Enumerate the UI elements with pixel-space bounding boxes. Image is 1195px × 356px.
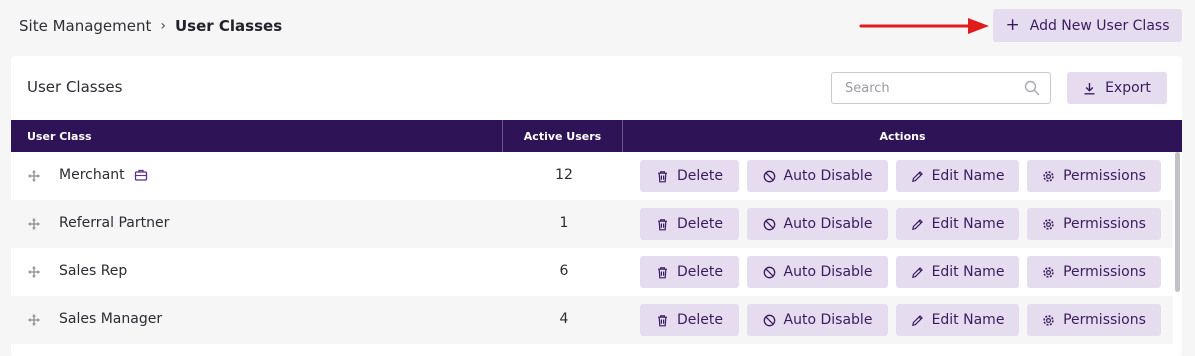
user-class-name: Referral Partner [59, 215, 169, 231]
auto-disable-label: Auto Disable [783, 216, 873, 232]
gear-icon [1043, 218, 1054, 230]
active-users-count: 4 [559, 311, 569, 327]
auto-disable-button[interactable]: Auto Disable [747, 304, 888, 336]
trash-icon [658, 218, 667, 230]
user-class-label: Sales Rep [59, 263, 128, 279]
edit-name-button[interactable]: Edit Name [896, 208, 1019, 240]
drag-handle-icon[interactable] [27, 313, 41, 327]
gear-icon [1043, 314, 1054, 326]
trash-icon [658, 314, 667, 326]
edit-name-label: Edit Name [931, 312, 1005, 328]
pencil-icon [911, 218, 923, 230]
delete-label: Delete [677, 264, 723, 280]
delete-button[interactable]: Delete [640, 256, 739, 288]
user-class-label: Sales Manager [59, 311, 163, 327]
pencil-icon [911, 314, 923, 326]
table-scrollbar[interactable] [1175, 152, 1180, 292]
auto-disable-button[interactable]: Auto Disable [747, 208, 888, 240]
permissions-button[interactable]: Permissions [1027, 160, 1161, 192]
edit-name-button[interactable]: Edit Name [896, 304, 1019, 336]
permissions-button[interactable]: Permissions [1027, 304, 1161, 336]
gear-icon [1043, 266, 1054, 278]
briefcase-icon [134, 169, 147, 181]
edit-name-button[interactable]: Edit Name [896, 256, 1019, 288]
user-class-label: Referral Partner [59, 215, 170, 231]
active-users-count: 12 [555, 167, 573, 183]
download-icon [1084, 82, 1095, 95]
add-new-user-class-label: Add New User Class [1029, 17, 1170, 34]
search-input[interactable] [832, 74, 1012, 102]
search-icon[interactable] [1024, 80, 1040, 96]
delete-button[interactable]: Delete [640, 208, 739, 240]
delete-button[interactable]: Delete [640, 160, 739, 192]
edit-name-label: Edit Name [931, 168, 1005, 184]
edit-name-button[interactable]: Edit Name [896, 160, 1019, 192]
card-title: User Classes [27, 78, 123, 96]
permissions-label: Permissions [1063, 264, 1146, 280]
drag-handle-icon[interactable] [27, 265, 41, 279]
permissions-label: Permissions [1063, 216, 1146, 232]
table-row: Referral Partner 1 Delete Auto Disable E… [11, 200, 1173, 248]
active-users-count: 6 [559, 263, 569, 279]
permissions-button[interactable]: Permissions [1027, 256, 1161, 288]
column-header-actions: Actions [879, 129, 926, 143]
user-class-name: Sales Rep [59, 263, 127, 279]
auto-disable-label: Auto Disable [783, 168, 873, 184]
ban-icon [763, 266, 775, 278]
plus-icon: + [1005, 15, 1020, 35]
table-body: Merchant 12 Delete Auto Disable Edit Nam… [11, 152, 1173, 344]
trash-icon [658, 170, 667, 182]
breadcrumb: Site Management › User Classes [19, 15, 282, 37]
pencil-icon [911, 170, 923, 182]
delete-label: Delete [677, 312, 723, 328]
edit-name-label: Edit Name [931, 216, 1005, 232]
breadcrumb-separator: › [160, 18, 166, 34]
permissions-button[interactable]: Permissions [1027, 208, 1161, 240]
delete-button[interactable]: Delete [640, 304, 739, 336]
auto-disable-button[interactable]: Auto Disable [747, 160, 888, 192]
permissions-label: Permissions [1063, 168, 1146, 184]
table-row: Sales Rep 6 Delete Auto Disable Edit Nam… [11, 248, 1173, 296]
breadcrumb-current: User Classes [175, 17, 283, 35]
ban-icon [763, 170, 775, 182]
edit-name-label: Edit Name [931, 264, 1005, 280]
pencil-icon [911, 266, 923, 278]
trash-icon [658, 266, 667, 278]
permissions-label: Permissions [1063, 312, 1146, 328]
user-class-name: Sales Manager [59, 311, 162, 327]
table-row: Sales Manager 4 Delete Auto Disable Edit… [11, 296, 1173, 344]
active-users-count: 1 [559, 215, 569, 231]
ban-icon [763, 218, 775, 230]
delete-label: Delete [677, 168, 723, 184]
column-header-user-class[interactable]: User Class [11, 120, 503, 152]
export-button[interactable]: Export [1067, 72, 1167, 104]
gear-icon [1043, 170, 1054, 182]
delete-label: Delete [677, 216, 723, 232]
search-box [831, 72, 1051, 104]
red-arrow-annotation [859, 18, 989, 34]
column-header-active-users[interactable]: Active Users [503, 120, 623, 152]
auto-disable-button[interactable]: Auto Disable [747, 256, 888, 288]
auto-disable-label: Auto Disable [783, 312, 873, 328]
drag-handle-icon[interactable] [27, 169, 41, 183]
auto-disable-label: Auto Disable [783, 264, 873, 280]
add-new-user-class-button[interactable]: + Add New User Class [993, 9, 1182, 42]
user-class-label: Merchant [59, 167, 125, 183]
table-header: User Class Active Users Actions [11, 120, 1182, 152]
table-row: Merchant 12 Delete Auto Disable Edit Nam… [11, 152, 1173, 200]
user-class-name: Merchant [59, 167, 148, 183]
user-classes-card: User Classes Export User Class Active Us… [11, 56, 1182, 356]
export-label: Export [1105, 80, 1151, 96]
drag-handle-icon[interactable] [27, 217, 41, 231]
breadcrumb-parent[interactable]: Site Management [19, 17, 151, 35]
ban-icon [763, 314, 775, 326]
